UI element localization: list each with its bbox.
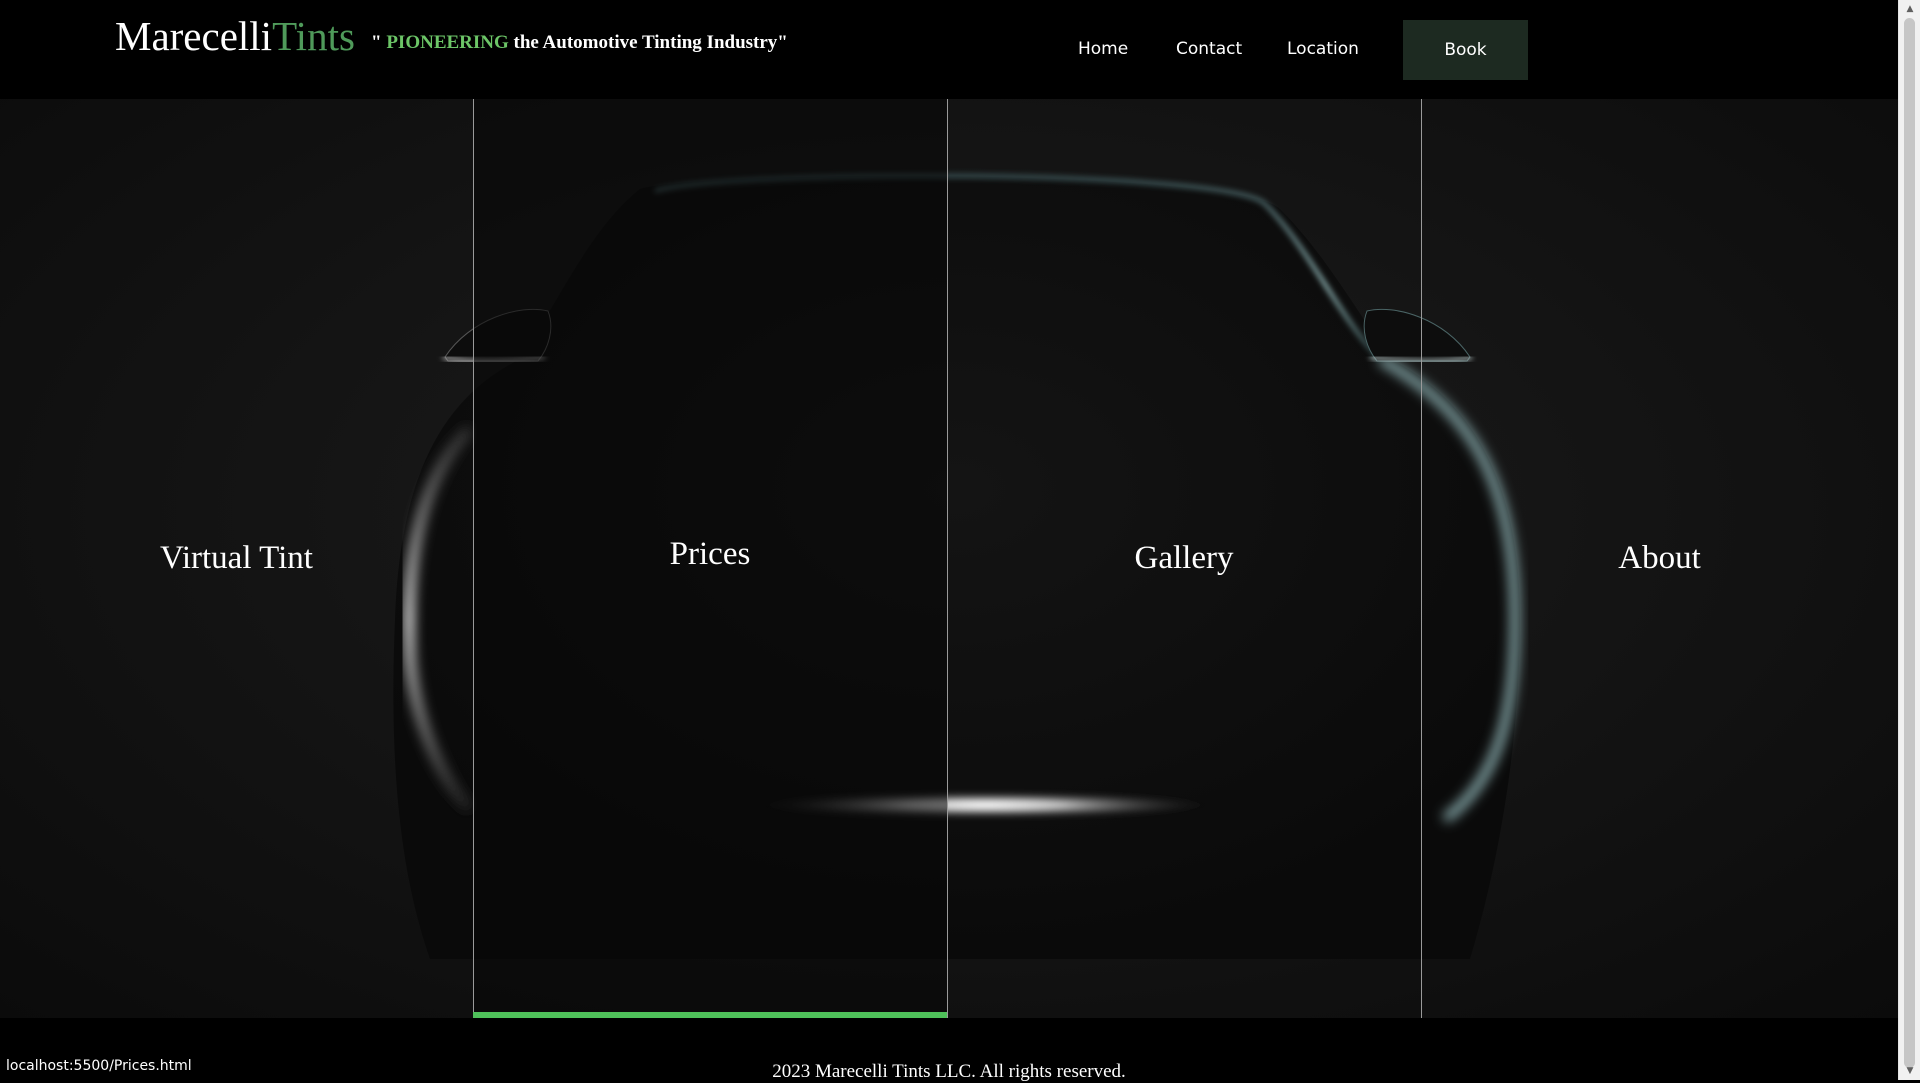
brand-name-secondary: Tints [272,13,355,59]
panel-divider [473,99,474,1018]
panel-virtual-tint-label: Virtual Tint [160,540,313,576]
tagline: " PIONEERING the Automotive Tinting Indu… [371,30,788,56]
brand-logo[interactable]: MarecelliTints [115,10,355,62]
brand-name-primary: Marecelli [115,13,273,59]
panel-gallery[interactable]: Gallery [947,99,1421,1018]
hero-section: Virtual Tint Prices Gallery About [0,99,1898,1018]
tagline-highlight: PIONEERING [386,32,509,53]
scrollbar-thumb[interactable] [1904,18,1915,1068]
site-footer: 2023 Marecelli Tints LLC. All rights res… [0,1018,1898,1082]
tagline-rest: the Automotive Tinting Industry" [508,32,788,53]
browser-status-url: localhost:5500/Prices.html [0,1055,198,1080]
panel-divider [947,99,948,1018]
book-button[interactable]: Book [1403,20,1528,80]
panel-about[interactable]: About [1421,99,1898,1018]
panel-prices-label: Prices [669,536,751,572]
nav-location-link[interactable]: Location [1287,30,1359,68]
panel-about-label: About [1618,540,1701,576]
nav-home-link[interactable]: Home [1078,30,1128,68]
nav-contact-link[interactable]: Contact [1176,30,1242,68]
tagline-open-quote: " [371,32,387,53]
scroll-up-icon[interactable]: ▲ [1899,0,1920,18]
panel-gallery-label: Gallery [1134,540,1234,576]
vertical-scrollbar[interactable]: ▲ ▼ [1898,0,1920,1080]
site-header: MarecelliTints " PIONEERING the Automoti… [0,0,1898,99]
scroll-down-icon[interactable]: ▼ [1899,1062,1920,1080]
panel-divider [1421,99,1422,1018]
panel-prices[interactable]: Prices [473,99,947,1018]
panel-virtual-tint[interactable]: Virtual Tint [0,99,473,1018]
